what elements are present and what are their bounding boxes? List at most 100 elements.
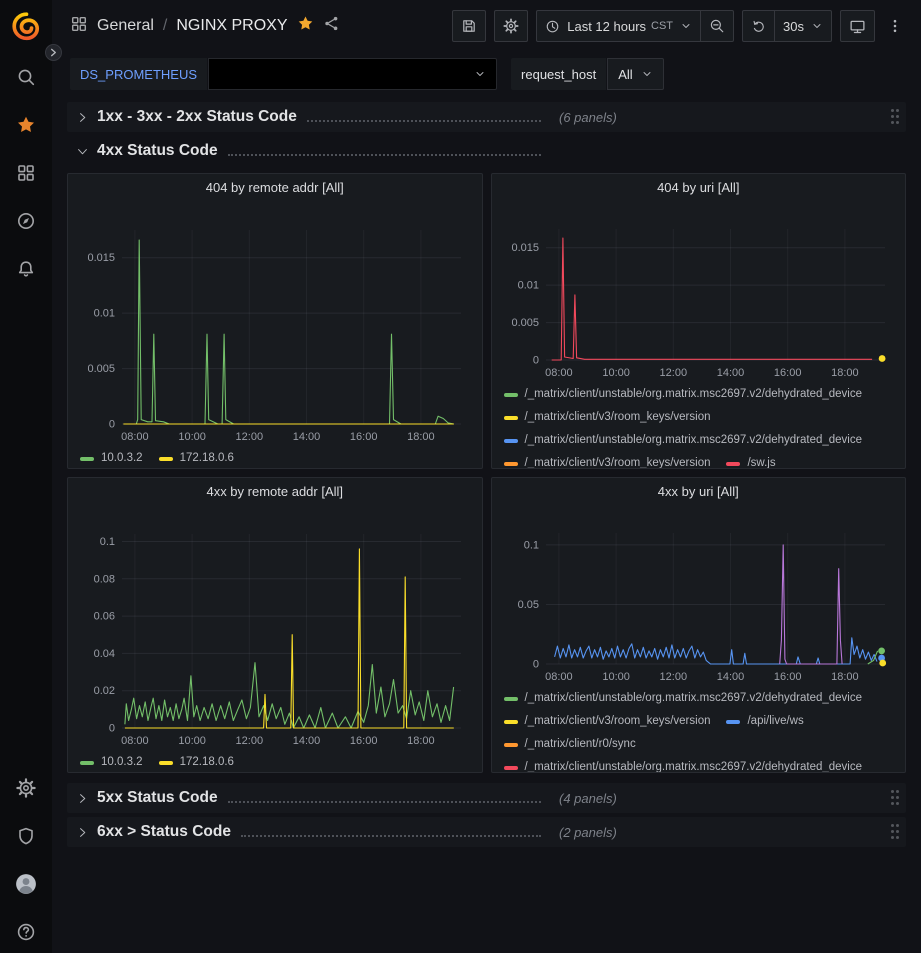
legend-swatch: [504, 743, 518, 747]
panel-legend: 10.0.3.2 172.18.0.6: [76, 750, 474, 773]
panel-legend: 10.0.3.2 172.18.0.6: [76, 446, 474, 469]
breadcrumb-section[interactable]: General: [97, 17, 154, 35]
svg-text:0.01: 0.01: [517, 280, 538, 292]
row-panel-count: (2 panels): [559, 825, 617, 840]
svg-text:12:00: 12:00: [236, 431, 264, 443]
refresh-button[interactable]: [742, 10, 774, 42]
legend-item[interactable]: /_matrix/client/r0/sync: [504, 733, 636, 756]
panel-title[interactable]: 4xx by uri [All]: [492, 478, 906, 506]
request-host-picker[interactable]: All: [607, 58, 663, 90]
chevron-down-icon: [73, 142, 91, 160]
row-drag-handle[interactable]: [891, 109, 900, 125]
tv-mode-button[interactable]: [840, 10, 875, 42]
favorite-star-icon[interactable]: [297, 15, 314, 37]
legend-label: 172.18.0.6: [180, 751, 234, 773]
legend-item[interactable]: /_matrix/client/v3/room_keys/version: [504, 452, 711, 469]
timeseries-chart[interactable]: 08:0010:0012:0014:0016:0018:0000.020.040…: [76, 506, 473, 750]
svg-text:08:00: 08:00: [545, 367, 573, 379]
settings-gear-icon[interactable]: [15, 777, 37, 799]
svg-text:0.1: 0.1: [100, 536, 115, 548]
legend-item[interactable]: /sw.js: [726, 452, 775, 469]
panel-title[interactable]: 4xx by remote addr [All]: [68, 478, 482, 506]
help-icon[interactable]: [15, 921, 37, 943]
refresh-interval-picker[interactable]: 30s: [774, 10, 832, 42]
legend-item[interactable]: /_matrix/client/unstable/org.matrix.msc2…: [504, 687, 863, 710]
breadcrumb-separator: /: [163, 17, 167, 35]
refresh-interval-label: 30s: [783, 19, 804, 34]
sidebar-expand-chevron[interactable]: [45, 44, 62, 61]
row-dotted-leader: [228, 801, 541, 803]
svg-text:0.06: 0.06: [94, 611, 115, 623]
svg-text:16:00: 16:00: [773, 367, 801, 379]
legend-item[interactable]: /_matrix/client/v3/room_keys/version: [504, 406, 711, 429]
svg-text:14:00: 14:00: [716, 367, 744, 379]
admin-shield-icon[interactable]: [15, 825, 37, 847]
svg-text:0.1: 0.1: [523, 539, 538, 551]
dashboard-settings-button[interactable]: [494, 10, 528, 42]
row-4xx-status-code[interactable]: 4xx Status Code: [67, 136, 906, 166]
row-5xx-status-code[interactable]: 5xx Status Code (4 panels): [67, 783, 906, 813]
panel-title[interactable]: 404 by remote addr [All]: [68, 174, 482, 202]
legend-item[interactable]: 172.18.0.6: [159, 751, 234, 773]
svg-text:0.005: 0.005: [87, 363, 115, 375]
svg-text:10:00: 10:00: [602, 367, 630, 379]
dashboard-header: General / NGINX PROXY Last 12 hours CST: [52, 0, 921, 52]
legend-item[interactable]: 172.18.0.6: [159, 447, 234, 469]
svg-text:16:00: 16:00: [350, 431, 378, 443]
dashboards-icon[interactable]: [15, 162, 37, 184]
legend-label: 10.0.3.2: [101, 751, 143, 773]
legend-item[interactable]: /_matrix/client/unstable/org.matrix.msc2…: [504, 429, 863, 452]
panel-404-by-uri: 404 by uri [All] 08:0010:0012:0014:0016:…: [491, 173, 907, 469]
legend-item[interactable]: /_matrix/client/v3/room_keys/version: [504, 710, 711, 733]
timeseries-chart[interactable]: 08:0010:0012:0014:0016:0018:0000.0050.01…: [76, 202, 473, 446]
row-panel-count: (4 panels): [559, 791, 617, 806]
save-dashboard-button[interactable]: [452, 10, 486, 42]
legend-item[interactable]: /api/live/ws: [726, 710, 803, 733]
share-icon[interactable]: [323, 15, 340, 37]
panel-title[interactable]: 404 by uri [All]: [492, 174, 906, 202]
svg-text:18:00: 18:00: [407, 735, 435, 747]
grafana-logo[interactable]: [10, 10, 43, 48]
legend-item[interactable]: 10.0.3.2: [80, 447, 143, 469]
starred-icon[interactable]: [15, 114, 37, 136]
legend-item[interactable]: /_matrix/client/unstable/org.matrix.msc2…: [504, 383, 863, 406]
svg-text:16:00: 16:00: [773, 671, 801, 683]
datasource-picker[interactable]: [208, 58, 497, 90]
timeseries-chart[interactable]: 08:0010:0012:0014:0016:0018:0000.0050.01…: [500, 202, 897, 382]
breadcrumb-dashboard-title[interactable]: NGINX PROXY: [176, 17, 287, 35]
timezone-label: CST: [651, 20, 673, 32]
search-icon[interactable]: [15, 66, 37, 88]
legend-swatch: [80, 761, 94, 765]
svg-text:0.005: 0.005: [511, 317, 539, 329]
svg-text:14:00: 14:00: [716, 671, 744, 683]
zoom-out-button[interactable]: [700, 10, 734, 42]
legend-label: /_matrix/client/unstable/org.matrix.msc2…: [525, 429, 863, 452]
alerting-bell-icon[interactable]: [15, 258, 37, 280]
legend-label: /api/live/ws: [747, 710, 803, 733]
dashboard-body: 1xx - 3xx - 2xx Status Code (6 panels) 4…: [52, 96, 921, 953]
row-drag-handle[interactable]: [891, 790, 900, 806]
timeseries-chart[interactable]: 08:0010:0012:0014:0016:0018:0000.050.1: [500, 506, 897, 686]
user-avatar[interactable]: [15, 873, 37, 895]
legend-item[interactable]: /_matrix/client/unstable/org.matrix.msc2…: [504, 756, 863, 773]
chevron-down-icon: [811, 20, 823, 32]
legend-swatch: [504, 393, 518, 397]
legend-swatch: [80, 457, 94, 461]
row-drag-handle[interactable]: [891, 824, 900, 840]
explore-compass-icon[interactable]: [15, 210, 37, 232]
row-dotted-leader: [307, 120, 541, 122]
panel-404-by-remote-addr: 404 by remote addr [All] 08:0010:0012:00…: [67, 173, 483, 469]
time-range-picker[interactable]: Last 12 hours CST: [536, 10, 700, 42]
svg-text:10:00: 10:00: [178, 431, 206, 443]
kebab-menu-icon[interactable]: [883, 10, 907, 42]
legend-swatch: [504, 697, 518, 701]
svg-text:12:00: 12:00: [659, 671, 687, 683]
row-1xx-3xx-2xx-status-code[interactable]: 1xx - 3xx - 2xx Status Code (6 panels): [67, 102, 906, 132]
svg-text:08:00: 08:00: [121, 735, 149, 747]
row-6xx-status-code[interactable]: 6xx > Status Code (2 panels): [67, 817, 906, 847]
row-title: 6xx > Status Code: [97, 823, 231, 841]
chevron-down-icon: [474, 68, 486, 80]
chevron-down-icon: [680, 20, 692, 32]
svg-text:10:00: 10:00: [178, 735, 206, 747]
legend-item[interactable]: 10.0.3.2: [80, 751, 143, 773]
